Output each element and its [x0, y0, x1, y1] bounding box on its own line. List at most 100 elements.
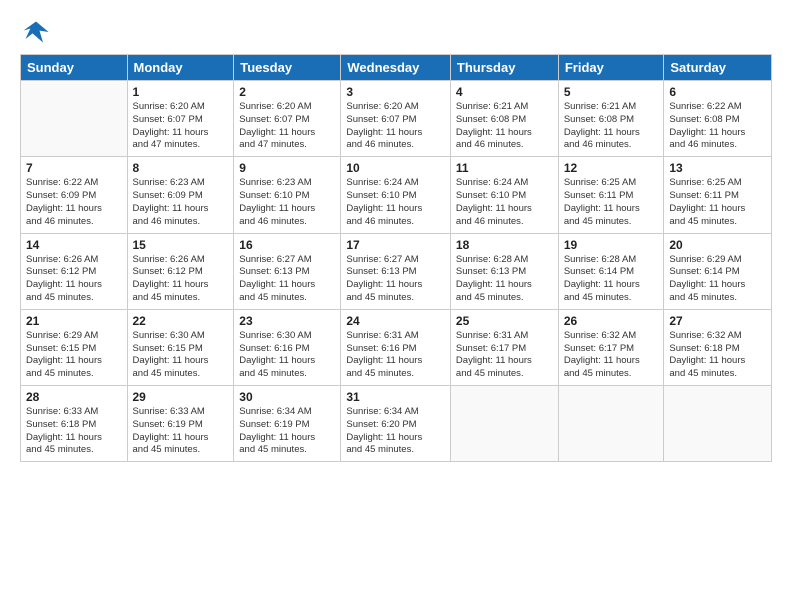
day-info: Sunrise: 6:27 AMSunset: 6:13 PMDaylight:…	[239, 254, 335, 305]
day-number: 8	[133, 161, 229, 175]
day-number: 6	[669, 85, 766, 99]
week-row-3: 14 Sunrise: 6:26 AMSunset: 6:12 PMDayligh…	[21, 233, 772, 309]
day-number: 28	[26, 390, 122, 404]
day-info: Sunrise: 6:26 AMSunset: 6:12 PMDaylight:…	[133, 254, 229, 305]
page-container: SundayMondayTuesdayWednesdayThursdayFrid…	[0, 0, 792, 612]
calendar-cell: 14 Sunrise: 6:26 AMSunset: 6:12 PMDayligh…	[21, 233, 128, 309]
day-number: 21	[26, 314, 122, 328]
day-number: 15	[133, 238, 229, 252]
calendar-cell	[450, 386, 558, 462]
day-info: Sunrise: 6:21 AMSunset: 6:08 PMDaylight:…	[564, 101, 659, 152]
day-header-thursday: Thursday	[450, 55, 558, 81]
day-info: Sunrise: 6:27 AMSunset: 6:13 PMDaylight:…	[346, 254, 445, 305]
calendar-cell: 15 Sunrise: 6:26 AMSunset: 6:12 PMDayligh…	[127, 233, 234, 309]
day-number: 11	[456, 161, 553, 175]
calendar-cell: 12Sunrise: 6:25 AMSunset: 6:11 PMDayligh…	[558, 157, 664, 233]
day-number: 17	[346, 238, 445, 252]
day-number: 26	[564, 314, 659, 328]
day-number: 10	[346, 161, 445, 175]
calendar-cell: 18Sunrise: 6:28 AMSunset: 6:13 PMDayligh…	[450, 233, 558, 309]
day-number: 3	[346, 85, 445, 99]
day-info: Sunrise: 6:20 AMSunset: 6:07 PMDaylight:…	[239, 101, 335, 152]
calendar-cell: 7 Sunrise: 6:22 AMSunset: 6:09 PMDaylight…	[21, 157, 128, 233]
calendar-cell: 6 Sunrise: 6:22 AMSunset: 6:08 PMDaylight…	[664, 81, 772, 157]
day-number: 24	[346, 314, 445, 328]
calendar-cell: 30Sunrise: 6:34 AMSunset: 6:19 PMDayligh…	[234, 386, 341, 462]
day-number: 27	[669, 314, 766, 328]
day-info: Sunrise: 6:24 AMSunset: 6:10 PMDaylight:…	[456, 177, 553, 228]
day-header-friday: Friday	[558, 55, 664, 81]
day-number: 1	[133, 85, 229, 99]
calendar-cell: 29Sunrise: 6:33 AMSunset: 6:19 PMDayligh…	[127, 386, 234, 462]
calendar-cell: 5 Sunrise: 6:21 AMSunset: 6:08 PMDaylight…	[558, 81, 664, 157]
calendar-cell: 10 Sunrise: 6:24 AMSunset: 6:10 PMDayligh…	[341, 157, 451, 233]
day-info: Sunrise: 6:24 AMSunset: 6:10 PMDaylight:…	[346, 177, 445, 228]
day-header-sunday: Sunday	[21, 55, 128, 81]
day-info: Sunrise: 6:34 AMSunset: 6:20 PMDaylight:…	[346, 406, 445, 457]
day-info: Sunrise: 6:20 AMSunset: 6:07 PMDaylight:…	[133, 101, 229, 152]
calendar-cell: 23 Sunrise: 6:30 AMSunset: 6:16 PMDayligh…	[234, 309, 341, 385]
day-header-tuesday: Tuesday	[234, 55, 341, 81]
calendar-cell: 8 Sunrise: 6:23 AMSunset: 6:09 PMDaylight…	[127, 157, 234, 233]
day-number: 25	[456, 314, 553, 328]
calendar-cell: 2 Sunrise: 6:20 AMSunset: 6:07 PMDaylight…	[234, 81, 341, 157]
week-row-2: 7 Sunrise: 6:22 AMSunset: 6:09 PMDaylight…	[21, 157, 772, 233]
calendar-cell: 25 Sunrise: 6:31 AMSunset: 6:17 PMDayligh…	[450, 309, 558, 385]
day-number: 31	[346, 390, 445, 404]
day-info: Sunrise: 6:23 AMSunset: 6:09 PMDaylight:…	[133, 177, 229, 228]
calendar-header: SundayMondayTuesdayWednesdayThursdayFrid…	[21, 55, 772, 81]
day-number: 20	[669, 238, 766, 252]
day-info: Sunrise: 6:30 AMSunset: 6:16 PMDaylight:…	[239, 330, 335, 381]
day-number: 23	[239, 314, 335, 328]
day-number: 14	[26, 238, 122, 252]
day-info: Sunrise: 6:31 AMSunset: 6:16 PMDaylight:…	[346, 330, 445, 381]
day-info: Sunrise: 6:22 AMSunset: 6:08 PMDaylight:…	[669, 101, 766, 152]
calendar-body: 1 Sunrise: 6:20 AMSunset: 6:07 PMDaylight…	[21, 81, 772, 462]
day-info: Sunrise: 6:29 AMSunset: 6:15 PMDaylight:…	[26, 330, 122, 381]
day-info: Sunrise: 6:29 AMSunset: 6:14 PMDaylight:…	[669, 254, 766, 305]
header	[20, 18, 772, 46]
day-info: Sunrise: 6:33 AMSunset: 6:18 PMDaylight:…	[26, 406, 122, 457]
day-info: Sunrise: 6:34 AMSunset: 6:19 PMDaylight:…	[239, 406, 335, 457]
day-number: 9	[239, 161, 335, 175]
calendar-cell: 4Sunrise: 6:21 AMSunset: 6:08 PMDaylight…	[450, 81, 558, 157]
week-row-4: 21 Sunrise: 6:29 AMSunset: 6:15 PMDayligh…	[21, 309, 772, 385]
day-number: 22	[133, 314, 229, 328]
calendar-cell: 19Sunrise: 6:28 AMSunset: 6:14 PMDayligh…	[558, 233, 664, 309]
calendar-cell: 17 Sunrise: 6:27 AMSunset: 6:13 PMDayligh…	[341, 233, 451, 309]
day-info: Sunrise: 6:28 AMSunset: 6:14 PMDaylight:…	[564, 254, 659, 305]
calendar-cell	[21, 81, 128, 157]
day-info: Sunrise: 6:32 AMSunset: 6:18 PMDaylight:…	[669, 330, 766, 381]
day-number: 2	[239, 85, 335, 99]
day-info: Sunrise: 6:32 AMSunset: 6:17 PMDaylight:…	[564, 330, 659, 381]
week-row-5: 28 Sunrise: 6:33 AMSunset: 6:18 PMDayligh…	[21, 386, 772, 462]
day-header-monday: Monday	[127, 55, 234, 81]
day-number: 16	[239, 238, 335, 252]
calendar-cell: 24 Sunrise: 6:31 AMSunset: 6:16 PMDayligh…	[341, 309, 451, 385]
calendar-cell: 27 Sunrise: 6:32 AMSunset: 6:18 PMDayligh…	[664, 309, 772, 385]
calendar-cell: 9 Sunrise: 6:23 AMSunset: 6:10 PMDaylight…	[234, 157, 341, 233]
calendar-cell: 16 Sunrise: 6:27 AMSunset: 6:13 PMDayligh…	[234, 233, 341, 309]
calendar-cell: 26 Sunrise: 6:32 AMSunset: 6:17 PMDayligh…	[558, 309, 664, 385]
calendar-cell	[664, 386, 772, 462]
day-info: Sunrise: 6:28 AMSunset: 6:13 PMDaylight:…	[456, 254, 553, 305]
calendar-cell: 31 Sunrise: 6:34 AMSunset: 6:20 PMDayligh…	[341, 386, 451, 462]
day-info: Sunrise: 6:30 AMSunset: 6:15 PMDaylight:…	[133, 330, 229, 381]
week-row-1: 1 Sunrise: 6:20 AMSunset: 6:07 PMDaylight…	[21, 81, 772, 157]
day-info: Sunrise: 6:23 AMSunset: 6:10 PMDaylight:…	[239, 177, 335, 228]
day-number: 7	[26, 161, 122, 175]
calendar-table: SundayMondayTuesdayWednesdayThursdayFrid…	[20, 54, 772, 462]
day-info: Sunrise: 6:22 AMSunset: 6:09 PMDaylight:…	[26, 177, 122, 228]
day-info: Sunrise: 6:20 AMSunset: 6:07 PMDaylight:…	[346, 101, 445, 152]
calendar-cell: 22 Sunrise: 6:30 AMSunset: 6:15 PMDayligh…	[127, 309, 234, 385]
day-info: Sunrise: 6:26 AMSunset: 6:12 PMDaylight:…	[26, 254, 122, 305]
day-info: Sunrise: 6:21 AMSunset: 6:08 PMDaylight:…	[456, 101, 553, 152]
header-row: SundayMondayTuesdayWednesdayThursdayFrid…	[21, 55, 772, 81]
day-number: 12	[564, 161, 659, 175]
day-info: Sunrise: 6:25 AMSunset: 6:11 PMDaylight:…	[669, 177, 766, 228]
day-number: 5	[564, 85, 659, 99]
day-header-saturday: Saturday	[664, 55, 772, 81]
calendar-cell	[558, 386, 664, 462]
calendar-cell: 1 Sunrise: 6:20 AMSunset: 6:07 PMDaylight…	[127, 81, 234, 157]
day-info: Sunrise: 6:31 AMSunset: 6:17 PMDaylight:…	[456, 330, 553, 381]
